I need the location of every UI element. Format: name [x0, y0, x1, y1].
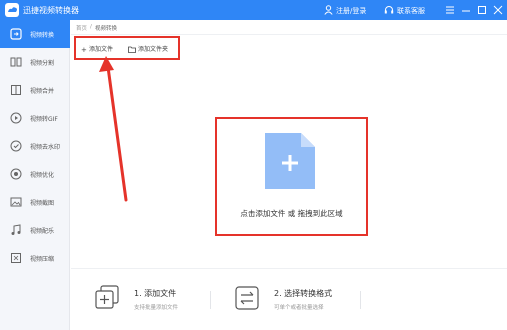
- step-desc: 可单个或者批量选择: [274, 305, 324, 311]
- sidebar-item-label: 视频分割: [30, 60, 55, 67]
- sidebar-item-label: 视频截图: [30, 200, 55, 207]
- breadcrumb-separator: /: [90, 24, 92, 30]
- sidebar-item-video-optimize[interactable]: 视频优化: [0, 160, 70, 188]
- sidebar-item-remove-watermark[interactable]: 视频去水印: [0, 132, 70, 160]
- compress-icon: [11, 253, 21, 263]
- sidebar-item-label: 视频转换: [30, 32, 55, 39]
- sidebar-item-video-screenshot[interactable]: 视频截图: [0, 188, 70, 216]
- close-icon[interactable]: [491, 2, 505, 18]
- music-icon: [11, 224, 21, 235]
- step-divider: [360, 291, 361, 309]
- dropzone-text: 点击添加文件 或 拖拽到此区域: [240, 209, 343, 218]
- step-add-file: 1. 添加文件 支持批量添加文件: [94, 283, 214, 315]
- minimize-icon[interactable]: [459, 2, 473, 18]
- dropzone[interactable]: 点击添加文件 或 拖拽到此区域: [215, 117, 368, 236]
- title-bar: 迅捷视频转换器 注册/登录 联系客服: [0, 0, 507, 20]
- screenshot-icon: [10, 197, 22, 207]
- menu-icon[interactable]: [443, 2, 457, 18]
- sidebar-item-video-convert[interactable]: 视频转换: [0, 20, 70, 48]
- add-file-button[interactable]: + 添加文件: [81, 45, 125, 55]
- gif-icon: [10, 112, 22, 124]
- add-file-label: 添加文件: [89, 46, 114, 53]
- breadcrumb: 首页 / 视频转换: [71, 20, 507, 35]
- step-title: 1. 添加文件: [134, 289, 177, 298]
- convert-format-icon: [235, 286, 259, 310]
- sidebar-item-label: 视频去水印: [30, 144, 61, 151]
- step-desc: 支持批量添加文件: [134, 305, 179, 311]
- add-folder-button[interactable]: 添加文件夹: [128, 45, 178, 55]
- convert-icon: [10, 28, 22, 40]
- add-file-icon: [95, 285, 119, 309]
- sidebar-item-video-compress[interactable]: 视频压缩: [0, 244, 70, 272]
- sidebar-item-label: 视频优化: [30, 172, 55, 179]
- sidebar: 视频转换 视频分割 视频合并 视频转GIF 视频去水印 视频优化 视频截图 视频…: [0, 20, 70, 330]
- step-select-format: 2. 选择转换格式 可单个或者批量选择: [234, 283, 374, 315]
- toolbar-highlight-box: + 添加文件 添加文件夹: [74, 36, 180, 60]
- optimize-icon: [10, 168, 22, 180]
- watermark-icon: [10, 140, 22, 152]
- customer-service-icon[interactable]: [384, 5, 394, 15]
- folder-icon: [128, 46, 136, 53]
- merge-icon: [11, 85, 21, 95]
- sidebar-item-video-music[interactable]: 视频配乐: [0, 216, 70, 244]
- steps-panel: 1. 添加文件 支持批量添加文件 2. 选择转换格式 可单个或者批量选择: [71, 268, 507, 330]
- maximize-icon[interactable]: [475, 2, 489, 18]
- contact-service-link[interactable]: 联系客服: [397, 6, 425, 16]
- sidebar-item-label: 视频转GIF: [30, 116, 58, 123]
- sidebar-item-label: 视频配乐: [30, 228, 55, 235]
- sidebar-item-label: 视频合并: [30, 88, 55, 95]
- add-file-icon: [265, 133, 315, 189]
- split-icon: [10, 57, 22, 67]
- sidebar-item-label: 视频压缩: [30, 256, 55, 263]
- sidebar-item-video-to-gif[interactable]: 视频转GIF: [0, 104, 70, 132]
- sidebar-item-video-split[interactable]: 视频分割: [0, 48, 70, 76]
- sidebar-item-video-merge[interactable]: 视频合并: [0, 76, 70, 104]
- breadcrumb-current: 视频转换: [95, 26, 118, 32]
- step-divider: [210, 291, 211, 309]
- user-icon[interactable]: [324, 5, 333, 15]
- plus-icon: +: [81, 46, 87, 54]
- add-folder-label: 添加文件夹: [138, 46, 169, 53]
- app-title: 迅捷视频转换器: [23, 6, 79, 15]
- step-title: 2. 选择转换格式: [274, 289, 333, 298]
- app-logo-icon: [5, 3, 19, 17]
- breadcrumb-home[interactable]: 首页: [76, 24, 87, 32]
- login-link[interactable]: 注册/登录: [336, 6, 366, 16]
